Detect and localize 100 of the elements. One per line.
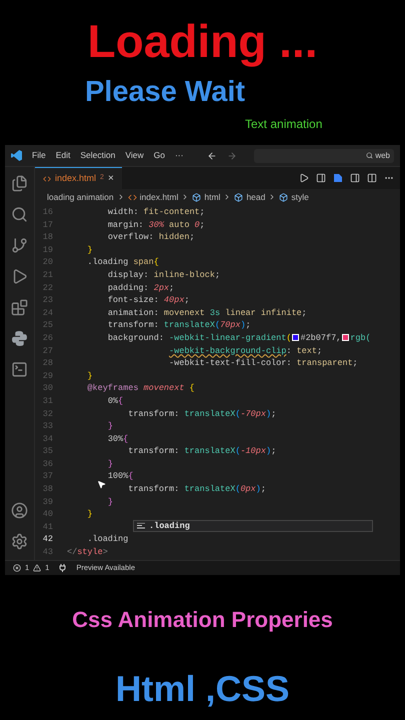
code-line: font-size: 40px; [108, 294, 190, 307]
close-icon[interactable]: × [108, 171, 114, 186]
line-number: 31 [42, 394, 54, 408]
python-icon[interactable] [11, 330, 28, 347]
panel-icon[interactable] [350, 173, 360, 183]
code-icon [43, 174, 51, 182]
terminal-icon[interactable] [11, 361, 28, 378]
forward-icon[interactable] [227, 150, 238, 160]
suggestion-text: .loading [149, 520, 190, 533]
cube-icon [192, 192, 202, 202]
line-number: 34 [42, 432, 54, 446]
line-number: 41 [42, 520, 54, 534]
line-number: 20 [42, 256, 54, 269]
breadcrumb-item[interactable]: head [246, 190, 266, 204]
code-line: display: inline-block; [108, 268, 220, 282]
tag-text: Text animation [245, 116, 322, 133]
suggestion-popup[interactable]: .loading [133, 520, 373, 532]
extensions-icon[interactable] [11, 299, 28, 316]
line-number: 17 [42, 218, 54, 232]
search-icon [366, 152, 374, 159]
breadcrumb-item[interactable]: html [204, 190, 220, 204]
breadcrumb-item[interactable]: loading animation [47, 190, 114, 204]
run-icon[interactable] [11, 268, 28, 285]
code-line: 0%{ [108, 394, 124, 408]
code-line: animation: movenext 3s linear infinite; [108, 306, 307, 320]
caption: Css Animation Properies [72, 606, 333, 634]
search-icon[interactable] [11, 206, 28, 223]
caption: Html ,CSS [115, 667, 290, 711]
code-line: } [108, 496, 113, 508]
code-line: } [108, 458, 113, 470]
search-field[interactable]: web [254, 148, 394, 162]
menu-item[interactable]: ··· [174, 149, 184, 162]
code-line: </style> [67, 546, 108, 559]
line-number: 37 [42, 470, 54, 484]
code-line: -webkit-text-fill-color: transparent; [169, 357, 358, 370]
menu-item[interactable]: Selection [80, 149, 116, 162]
breadcrumb-item[interactable]: style [291, 190, 309, 204]
line-number: 36 [42, 458, 54, 470]
account-icon[interactable] [11, 502, 28, 519]
menu-item[interactable]: View [125, 149, 144, 162]
app-logo-icon [11, 150, 22, 161]
code-line: margin: 30% auto 0; [108, 218, 205, 232]
mouse-cursor-icon [97, 480, 106, 490]
code-line: width: fit-content; [108, 206, 205, 219]
line-number: 35 [42, 445, 54, 458]
line-number: 39 [42, 496, 54, 508]
menu-item[interactable]: File [32, 149, 46, 162]
line-number: 25 [42, 319, 54, 332]
error-icon [13, 564, 21, 572]
plug-icon [59, 564, 66, 572]
line-number: 19 [42, 244, 54, 256]
snippet-icon [137, 522, 145, 530]
preview-icon[interactable] [316, 173, 326, 183]
code-line: transform: translateX(-10px); [128, 445, 276, 458]
line-number: 43 [42, 546, 54, 559]
code-line: } [87, 370, 93, 382]
back-icon[interactable] [207, 150, 218, 160]
branch-icon[interactable] [11, 237, 28, 254]
line-number: 24 [42, 306, 54, 320]
code-line: transform: translateX(0px); [128, 483, 266, 496]
code-line: overflow: hidden; [108, 231, 195, 244]
line-number: 16 [42, 206, 54, 219]
line-number: 28 [42, 357, 54, 370]
code-line: } [108, 420, 113, 433]
bookmark-icon[interactable] [333, 173, 343, 183]
cube-icon [234, 192, 244, 202]
line-number: 29 [42, 370, 54, 382]
line-number: 18 [42, 231, 54, 244]
code-line: .loading span{ [87, 256, 159, 269]
line-number: 32 [42, 408, 54, 420]
settings-icon[interactable] [11, 533, 28, 550]
code-line: 100%{ [108, 470, 134, 484]
code-icon [128, 192, 137, 202]
line-number: 22 [42, 282, 54, 294]
line-number: 38 [42, 483, 54, 496]
cube-icon [279, 192, 288, 202]
line-number: 27 [42, 344, 54, 358]
split-editor-icon[interactable] [367, 173, 377, 183]
code-line: @keyframes movenext { [87, 382, 195, 395]
code-line: } [87, 508, 93, 521]
subtitle: Please Wait [84, 78, 246, 107]
menu-item[interactable]: Edit [56, 149, 70, 162]
breadcrumb-item[interactable]: index.html [140, 190, 178, 204]
code-line: 30%{ [108, 432, 128, 446]
line-number: 23 [42, 294, 54, 307]
code-line: background: -webkit-linear-gradient( #2b07f7, rgb( [108, 332, 371, 345]
line-number: 42 [42, 533, 54, 546]
explorer-icon[interactable] [11, 175, 28, 192]
code-line: } [87, 244, 93, 256]
tab-label: index.html [55, 172, 96, 185]
line-number: 40 [42, 508, 54, 521]
code-line: transform: translateX(70px); [108, 319, 251, 332]
code-line: .loading [87, 533, 128, 546]
line-number: 30 [42, 382, 54, 395]
line-number: 21 [42, 268, 54, 282]
warning-icon [33, 564, 42, 572]
menu-item[interactable]: Go [154, 149, 165, 162]
code-line: transform: translateX(-70px); [128, 408, 276, 420]
code-line: padding: 2px; [108, 282, 174, 294]
run-icon[interactable] [299, 173, 309, 183]
